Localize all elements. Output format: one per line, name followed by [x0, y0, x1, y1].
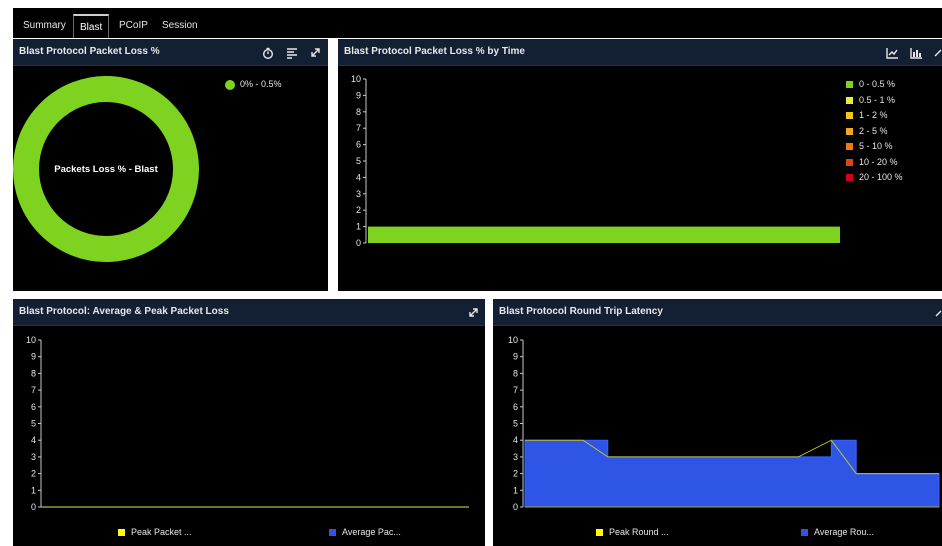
y-tick-label: 0: [356, 238, 361, 248]
legend-label: Average Pac...: [342, 527, 401, 537]
legend-label: 0.5 - 1 %: [859, 94, 896, 105]
donut-legend-item[interactable]: 0% - 0.5%: [225, 79, 282, 90]
legend-label: 2 - 5 %: [859, 125, 888, 136]
legend-label: Average Rou...: [814, 527, 874, 537]
y-tick-label: 1: [31, 485, 36, 495]
legend-label: Peak Packet ...: [131, 527, 192, 537]
legend-swatch: [846, 112, 853, 120]
y-tick-label: 5: [31, 419, 36, 429]
y-tick-label: 9: [31, 352, 36, 362]
legend-label: 0% - 0.5%: [240, 79, 282, 89]
legend-item[interactable]: 20 - 100 %: [846, 172, 903, 182]
latency-chart: 0 1 2 3 4 5 6 7 8 9 10: [508, 335, 940, 512]
expand-icon[interactable]: [468, 299, 479, 325]
y-tick-label: 0: [513, 502, 518, 512]
tab-bar: Summary Blast PCoIP Session: [13, 8, 942, 38]
legend-item[interactable]: 0 - 0.5 %: [846, 79, 895, 89]
legend-swatch: [329, 529, 336, 537]
y-tick-label: 5: [513, 419, 518, 429]
tab-pcoip[interactable]: PCoIP: [113, 14, 154, 38]
y-tick-label: 10: [26, 335, 36, 345]
y-tick-label: 9: [513, 352, 518, 362]
legend-swatch: [846, 158, 853, 166]
legend-swatch: [846, 81, 853, 89]
legend-swatch: [846, 143, 853, 151]
legend-item[interactable]: 5 - 10 %: [846, 141, 893, 151]
bar-chart-icon[interactable]: [910, 39, 923, 65]
y-tick-label: 1: [513, 485, 518, 495]
legend-swatch: [225, 79, 235, 90]
panel-avg-peak-loss: Blast Protocol: Average & Peak Packet Lo…: [13, 299, 485, 546]
legend-label: 1 - 2 %: [859, 110, 888, 120]
legend-swatch: [801, 529, 808, 537]
legend-label: 0 - 0.5 %: [859, 79, 896, 89]
legend-swatch: [846, 127, 853, 135]
panel-header: Blast Protocol Packet Loss % by Time: [338, 39, 942, 66]
legend-item-average[interactable]: Average Pac...: [329, 527, 401, 537]
y-tick-label: 9: [356, 90, 361, 100]
y-tick-label: 8: [31, 368, 36, 378]
y-tick-label: 10: [351, 74, 361, 84]
y-tick-label: 8: [513, 368, 518, 378]
legend-swatch: [846, 96, 853, 104]
expand-icon[interactable]: [310, 39, 321, 65]
legend-item[interactable]: 0.5 - 1 %: [846, 95, 895, 105]
tab-summary[interactable]: Summary: [17, 14, 72, 38]
y-tick-label: 8: [356, 107, 361, 117]
legend-swatch: [846, 174, 853, 182]
panel-title: Blast Protocol Packet Loss %: [19, 46, 160, 57]
timer-icon[interactable]: [262, 39, 274, 65]
y-tick-label: 7: [513, 385, 518, 395]
list-icon[interactable]: [286, 39, 298, 65]
y-tick-label: 4: [31, 435, 36, 445]
legend-label: 20 - 100 %: [859, 172, 903, 182]
legend-label: Peak Round ...: [609, 527, 669, 537]
legend-swatch: [596, 529, 603, 537]
expand-icon[interactable]: [935, 299, 942, 325]
bar-0-0.5[interactable]: [368, 226, 840, 243]
y-tick-label: 6: [356, 140, 361, 150]
y-tick-label: 5: [356, 156, 361, 166]
panel-packet-loss-time: Blast Protocol Packet Loss % by Time 0 1 2…: [338, 39, 942, 291]
line-chart-icon[interactable]: [886, 39, 899, 65]
legend-item[interactable]: 1 - 2 %: [846, 110, 888, 120]
tab-session[interactable]: Session: [156, 14, 204, 38]
donut-center-label: Packets Loss % - Blast: [54, 164, 158, 175]
legend-item[interactable]: 2 - 5 %: [846, 126, 888, 136]
y-tick-label: 3: [513, 452, 518, 462]
y-tick-label: 6: [513, 402, 518, 412]
panel-latency: Blast Protocol Round Trip Latency 0 1 2 3 4 5…: [493, 299, 942, 546]
avg-peak-loss-chart: 0 1 2 3 4 5 6 7 8 9 10: [26, 335, 469, 512]
y-tick-label: 4: [513, 435, 518, 445]
y-tick-label: 2: [513, 469, 518, 479]
legend-label: 10 - 20 %: [859, 156, 898, 167]
y-tick-label: 10: [508, 335, 518, 345]
y-tick-label: 3: [356, 189, 361, 199]
panel-header: Blast Protocol Round Trip Latency: [493, 299, 942, 326]
y-tick-label: 1: [356, 222, 361, 232]
y-tick-label: 6: [31, 402, 36, 412]
panel-title: Blast Protocol Round Trip Latency: [499, 306, 663, 317]
panel-packet-loss: Blast Protocol Packet Loss % Packets Los…: [13, 39, 328, 291]
y-tick-label: 7: [356, 123, 361, 133]
y-tick-label: 0: [31, 502, 36, 512]
legend-item-average[interactable]: Average Rou...: [801, 527, 874, 537]
y-tick-label: 2: [31, 469, 36, 479]
donut-chart: Packets Loss % - Blast: [13, 76, 199, 262]
panel-header: Blast Protocol: Average & Peak Packet Lo…: [13, 299, 485, 326]
tab-blast[interactable]: Blast: [73, 14, 110, 38]
y-tick-label: 3: [31, 452, 36, 462]
expand-icon[interactable]: [934, 39, 942, 65]
legend-item-peak[interactable]: Peak Round ...: [596, 527, 669, 537]
panel-title: Blast Protocol Packet Loss % by Time: [344, 46, 525, 57]
y-tick-label: 2: [356, 205, 361, 215]
legend-item[interactable]: 10 - 20 %: [846, 157, 898, 167]
y-tick-label: 7: [31, 385, 36, 395]
legend-swatch: [118, 529, 125, 537]
panel-title: Blast Protocol: Average & Peak Packet Lo…: [19, 306, 229, 317]
panel-header: Blast Protocol Packet Loss %: [13, 39, 328, 66]
legend-item-peak[interactable]: Peak Packet ...: [118, 527, 192, 537]
y-tick-label: 4: [356, 172, 361, 182]
legend-label: 5 - 10 %: [859, 141, 893, 151]
